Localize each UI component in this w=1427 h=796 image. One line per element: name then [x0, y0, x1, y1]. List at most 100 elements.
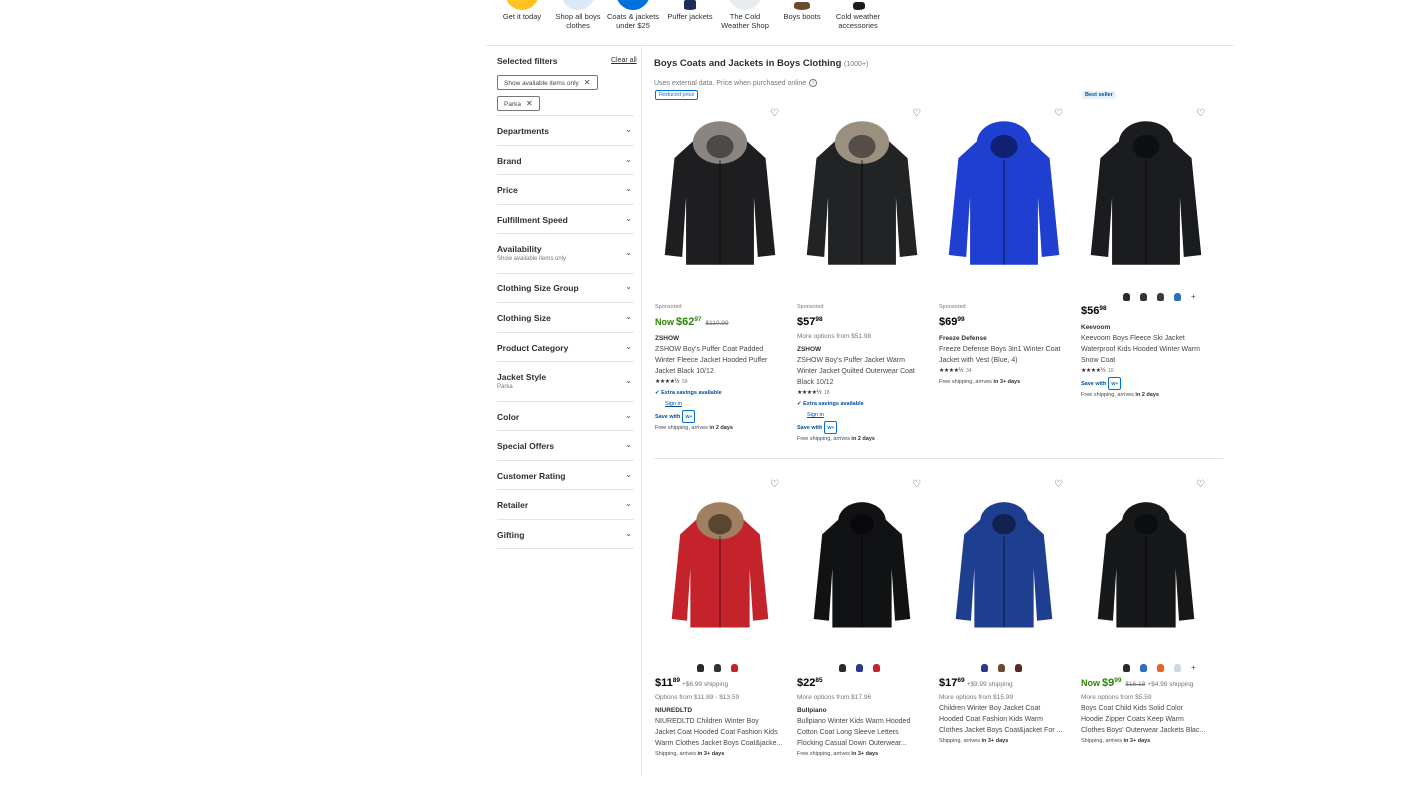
product-title[interactable]: Keevoom Boys Fleece Ski Jacket Waterproof…: [1081, 333, 1213, 366]
shipping-eta: in 3+ days: [851, 751, 879, 757]
color-swatch[interactable]: [1015, 664, 1022, 672]
filter-label: Fulfillment Speed: [497, 215, 568, 225]
product-title[interactable]: Children Winter Boy Jacket Coat Hooded Co…: [939, 703, 1071, 736]
favorite-heart-icon[interactable]: ♡: [1195, 479, 1206, 490]
color-swatch[interactable]: [1157, 664, 1164, 672]
chevron-down-icon: ⌄: [625, 376, 632, 385]
info-icon[interactable]: i: [809, 79, 818, 87]
product-image-wrap[interactable]: [1083, 492, 1209, 641]
color-swatch[interactable]: [1157, 293, 1164, 301]
more-colors-icon[interactable]: +: [1191, 293, 1196, 301]
filter-label: Product Category: [497, 343, 569, 353]
color-swatch[interactable]: [697, 664, 704, 672]
more-options[interactable]: More options from $15.99: [939, 692, 1071, 703]
product-title[interactable]: Boys Coat Child Kids Solid Color Hoodie Z…: [1081, 703, 1213, 736]
filter-customer-rating[interactable]: Customer Rating ⌄: [497, 460, 634, 489]
selected-filters-heading: Selected filters: [497, 56, 558, 66]
shipping-text: Shipping, arrives: [655, 751, 698, 757]
chevron-down-icon: ⌄: [625, 155, 632, 164]
filter-price[interactable]: Price ⌄: [497, 174, 634, 204]
current-price: $1769: [939, 677, 965, 689]
product-info: $1189+$6.99 shipping Options from $11.89 …: [655, 674, 787, 760]
product-image[interactable]: [657, 492, 783, 636]
favorite-heart-icon[interactable]: ♡: [911, 479, 922, 490]
filter-chip-available[interactable]: Show available items only ✕: [497, 75, 598, 90]
category-strip: Get it today Shop all boys clothes Coats…: [486, 0, 1234, 46]
shipping-text: Free shipping, arrives: [655, 425, 710, 431]
more-options[interactable]: More options from $17.96: [797, 692, 929, 703]
color-swatch[interactable]: [714, 664, 721, 672]
product-info: Now $999$16.18 +$4.98 shipping More option…: [1081, 674, 1213, 747]
color-swatch[interactable]: [873, 664, 880, 672]
product-title[interactable]: Freeze Defense Boys 3in1 Winter Coat Jack…: [939, 344, 1071, 366]
product-title[interactable]: NIUREDLTD Children Winter Boy Jacket Coat…: [655, 716, 787, 749]
filter-color[interactable]: Color ⌄: [497, 401, 634, 430]
favorite-heart-icon[interactable]: ♡: [769, 479, 780, 490]
more-colors-icon[interactable]: +: [1191, 664, 1196, 672]
color-swatch[interactable]: [1123, 293, 1130, 301]
filter-clothing-size[interactable]: Clothing Size ⌄: [497, 302, 634, 332]
product-image-wrap[interactable]: [941, 108, 1067, 281]
category-label: Boys boots: [783, 12, 821, 21]
product-title[interactable]: Bullpiano Winter Kids Warm Hooded Cotton …: [797, 716, 929, 749]
product-image-wrap[interactable]: [1083, 108, 1209, 281]
category-bubble: [561, 0, 595, 10]
color-swatches: +: [1123, 293, 1196, 301]
sign-in-link[interactable]: Sign in: [665, 399, 787, 410]
color-swatch[interactable]: [1174, 293, 1181, 301]
filter-jacket-style[interactable]: Jacket Style Parka ⌄: [497, 361, 634, 401]
filter-retailer[interactable]: Retailer ⌄: [497, 489, 634, 519]
color-swatch[interactable]: [1123, 664, 1130, 672]
clear-all-link[interactable]: Clear all: [611, 57, 637, 64]
product-image[interactable]: [1083, 492, 1209, 636]
color-swatch[interactable]: [1140, 664, 1147, 672]
star-icons: ★★★★½: [939, 368, 964, 374]
product-image-wrap[interactable]: [941, 492, 1067, 641]
product-title-line: Winter Fleece Jacket Hooded Puffer: [655, 357, 768, 364]
color-swatch[interactable]: [981, 664, 988, 672]
color-swatch[interactable]: [1140, 293, 1147, 301]
more-options[interactable]: More options from $51.98: [797, 331, 929, 342]
more-options[interactable]: More options from $5.59: [1081, 692, 1213, 703]
product-image[interactable]: [799, 492, 925, 636]
product-image[interactable]: [1083, 108, 1209, 276]
sponsored-label: Sponsored: [797, 304, 824, 310]
more-options[interactable]: Options from $11.89 - $13.59: [655, 692, 787, 703]
color-swatch[interactable]: [1174, 664, 1181, 672]
product-image[interactable]: [657, 108, 783, 276]
sign-in-link[interactable]: Sign in: [807, 410, 929, 421]
product-image[interactable]: [941, 492, 1067, 636]
close-icon[interactable]: ✕: [526, 99, 533, 108]
product-image[interactable]: [799, 108, 925, 276]
chevron-down-icon: ⌄: [625, 282, 632, 291]
product-image-wrap[interactable]: [799, 108, 925, 281]
price-dollars: $17: [939, 677, 958, 689]
filter-gifting[interactable]: Gifting ⌄: [497, 519, 634, 549]
product-image-wrap[interactable]: [657, 492, 783, 641]
filter-product-category[interactable]: Product Category ⌄: [497, 332, 634, 361]
product-title-line: Winter Jacket Quilted Outerwear Coat: [797, 368, 915, 375]
product-title[interactable]: ZSHOW Boy's Puffer Jacket Warm Winter Jac…: [797, 355, 929, 388]
color-swatch[interactable]: [856, 664, 863, 672]
filter-special-offers[interactable]: Special Offers ⌄: [497, 430, 634, 460]
filter-fulfillment-speed[interactable]: Fulfillment Speed ⌄: [497, 204, 634, 233]
favorite-heart-icon[interactable]: ♡: [1053, 479, 1064, 490]
now-label: Now: [1081, 678, 1100, 688]
filter-departments[interactable]: Departments ⌄: [497, 115, 634, 145]
color-swatch[interactable]: [839, 664, 846, 672]
color-swatch[interactable]: [731, 664, 738, 672]
filter-clothing-size-group[interactable]: Clothing Size Group ⌄: [497, 273, 634, 302]
shipping-info: Free shipping, arrives in 3+ days: [797, 749, 929, 760]
product-image[interactable]: [941, 108, 1067, 276]
filter-label: Jacket Style: [497, 372, 547, 382]
color-swatch[interactable]: [998, 664, 1005, 672]
product-image-wrap[interactable]: [799, 492, 925, 641]
product-title[interactable]: ZSHOW Boy's Puffer Coat Padded Winter Fle…: [655, 344, 787, 377]
filter-sidebar: Selected filters Clear all Show availabl…: [486, 47, 642, 776]
filter-chip-parka[interactable]: Parka ✕: [497, 96, 540, 111]
extra-savings-text: Extra savings available: [661, 390, 722, 396]
filter-brand[interactable]: Brand ⌄: [497, 145, 634, 174]
product-image-wrap[interactable]: [657, 108, 783, 281]
close-icon[interactable]: ✕: [584, 78, 591, 87]
filter-availability[interactable]: Availability Show available items only ⌄: [497, 233, 634, 273]
